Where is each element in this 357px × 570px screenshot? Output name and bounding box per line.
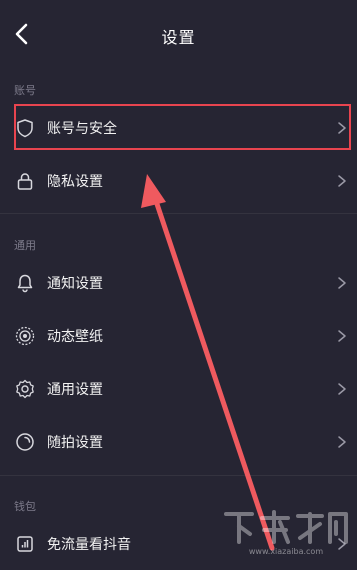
section-divider: [0, 475, 357, 476]
top-bar: 设置: [0, 0, 357, 70]
chevron-right-icon: [338, 277, 346, 289]
live-wallpaper-item[interactable]: 动态壁纸: [0, 310, 357, 362]
section-header-general: 通用: [14, 239, 36, 252]
chevron-right-icon: [338, 538, 346, 550]
section-header-account: 账号: [14, 84, 36, 97]
chevron-right-icon: [338, 383, 346, 395]
account-security-label: 账号与安全: [47, 121, 117, 137]
gear-icon: [16, 379, 34, 399]
snap-settings-label: 随拍设置: [47, 435, 103, 451]
chevron-right-icon: [338, 436, 346, 448]
section-divider: [0, 213, 357, 214]
snap-icon: [16, 433, 34, 451]
data-free-icon: [17, 536, 33, 552]
account-security-item[interactable]: 账号与安全: [0, 102, 357, 154]
chevron-right-icon: [338, 175, 346, 187]
bell-icon: [17, 274, 33, 293]
page-title: 设置: [161, 28, 196, 47]
data-free-item[interactable]: 免流量看抖音: [0, 518, 357, 570]
live-wallpaper-label: 动态壁纸: [47, 329, 103, 345]
privacy-settings-item[interactable]: 隐私设置: [0, 155, 357, 207]
section-header-wallet: 钱包: [14, 500, 36, 513]
general-settings-item[interactable]: 通用设置: [0, 363, 357, 415]
snap-settings-item[interactable]: 随拍设置: [0, 416, 357, 468]
data-free-label: 免流量看抖音: [47, 537, 131, 553]
chevron-right-icon: [338, 330, 346, 342]
general-settings-label: 通用设置: [47, 382, 103, 398]
lock-icon: [17, 173, 33, 190]
wallpaper-icon: [15, 326, 35, 346]
notification-settings-item[interactable]: 通知设置: [0, 257, 357, 309]
shield-icon: [17, 119, 33, 138]
privacy-settings-label: 隐私设置: [47, 174, 103, 190]
chevron-right-icon: [338, 122, 346, 134]
notification-settings-label: 通知设置: [47, 276, 103, 292]
